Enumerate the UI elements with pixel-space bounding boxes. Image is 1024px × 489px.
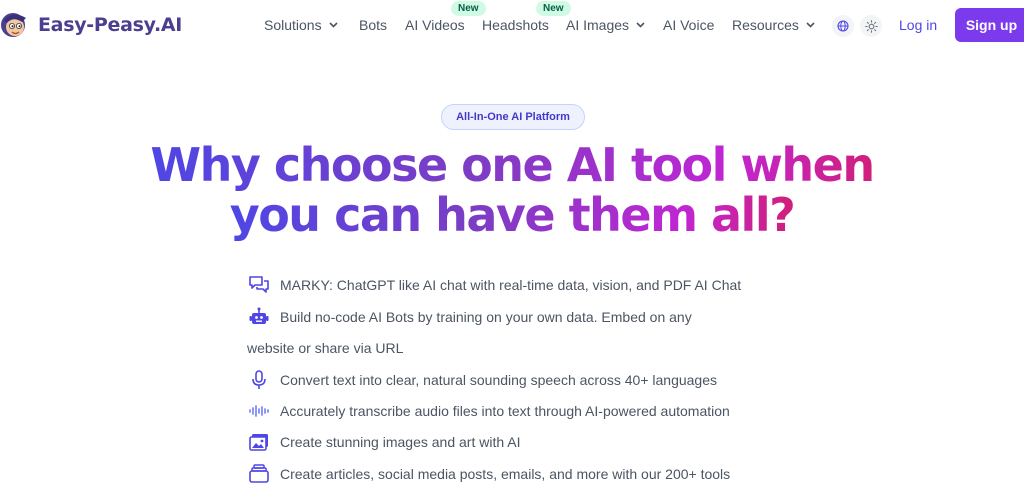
nav-ai-images[interactable]: AI Images	[566, 17, 645, 33]
soundwave-icon	[247, 399, 271, 423]
chevron-down-icon	[806, 22, 815, 28]
sun-icon	[864, 19, 878, 33]
nav-ai-videos[interactable]: AI Videos	[405, 17, 465, 33]
nav-solutions[interactable]: Solutions	[264, 17, 338, 33]
feature-text: Convert text into clear, natural soundin…	[280, 372, 718, 388]
nav-solutions-label: Solutions	[264, 17, 322, 33]
feature-text: Create stunning images and art with AI	[280, 434, 521, 450]
chevron-down-icon	[329, 22, 338, 28]
mascot-logo-icon	[1, 13, 26, 37]
nav-bots[interactable]: Bots	[359, 17, 387, 33]
nav-resources-label: Resources	[732, 17, 799, 33]
nav-ai-voice-label: AI Voice	[663, 17, 715, 33]
login-link[interactable]: Log in	[899, 17, 937, 33]
feature-text: MARKY: ChatGPT like AI chat with real-ti…	[280, 277, 742, 293]
headline-line-2: you can have them all?	[229, 188, 796, 242]
nav-ai-voice[interactable]: AI Voice	[663, 17, 714, 33]
new-badge: New	[536, 1, 571, 16]
top-navbar: Easy-Peasy.AI Solutions Bots New AI Vide…	[0, 0, 1024, 50]
brand-logo-link[interactable]: Easy-Peasy.AI	[0, 8, 182, 42]
platform-pill-badge: All-In-One AI Platform	[441, 104, 585, 130]
feature-item-bots: Build no-code AI Bots by training on you…	[247, 301, 692, 333]
chat-icon	[247, 273, 271, 297]
nav-bots-label: Bots	[359, 17, 388, 33]
feature-item-writing: Create articles, social media posts, ema…	[247, 458, 730, 489]
nav-headshots[interactable]: Headshots	[482, 17, 549, 33]
signup-button[interactable]: Sign up	[955, 8, 1024, 42]
globe-icon	[837, 20, 849, 32]
document-stack-icon	[247, 462, 271, 486]
nav-headshots-label: Headshots	[482, 17, 549, 33]
feature-item-transcribe: Accurately transcribe audio files into t…	[247, 395, 730, 427]
feature-item-voice: Convert text into clear, natural soundin…	[247, 364, 717, 396]
feature-text: Build no-code AI Bots by training on you…	[280, 309, 692, 325]
chevron-down-icon	[636, 22, 645, 28]
headline-line-1: Why choose one AI tool when	[150, 138, 875, 192]
theme-toggle-button[interactable]	[860, 15, 882, 37]
robot-icon	[247, 305, 271, 329]
microphone-icon	[247, 368, 271, 392]
feature-item-chat: MARKY: ChatGPT like AI chat with real-ti…	[247, 269, 741, 301]
nav-ai-images-label: AI Images	[566, 17, 630, 33]
image-icon	[247, 430, 271, 454]
feature-text-continued: website or share via URL	[247, 340, 404, 356]
language-button[interactable]	[832, 15, 854, 37]
nav-ai-videos-label: AI Videos	[405, 17, 465, 33]
brand-name: Easy-Peasy.AI	[38, 14, 183, 36]
new-badge: New	[451, 1, 486, 16]
feature-item-images: Create stunning images and art with AI	[247, 426, 520, 458]
feature-text: Accurately transcribe audio files into t…	[280, 403, 730, 419]
hero-headline: Why choose one AI tool when you can have…	[112, 140, 912, 240]
feature-text: Create articles, social media posts, ema…	[280, 466, 731, 482]
nav-resources[interactable]: Resources	[732, 17, 815, 33]
